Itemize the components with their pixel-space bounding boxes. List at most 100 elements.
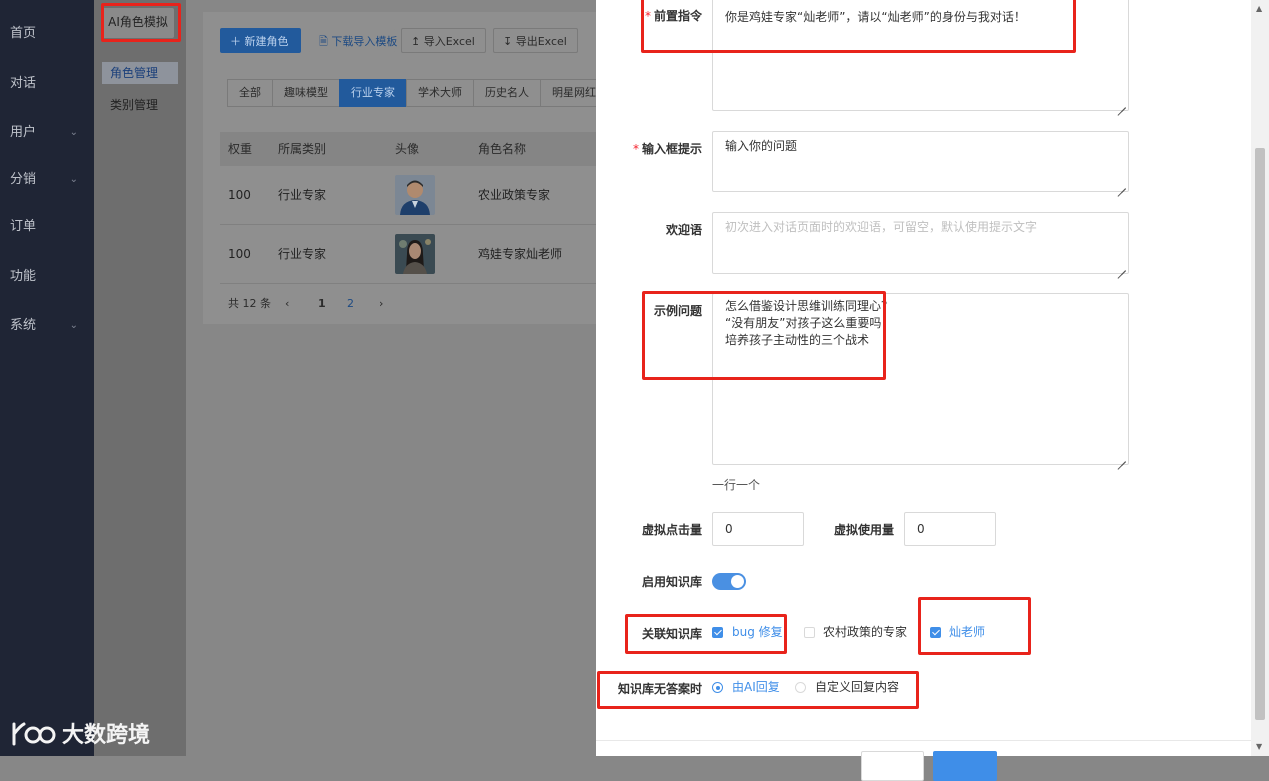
input-hint-textarea[interactable]: 输入你的问题 [712, 131, 1129, 192]
avatar-expert-icon [395, 175, 435, 215]
resize-handle-icon[interactable] [1117, 453, 1126, 462]
drawer-scrollbar[interactable]: ▲ ▼ [1251, 0, 1269, 756]
download-template-button[interactable]: 🗎 下载导入模板 [309, 28, 397, 53]
nav-item-label: 订单 [10, 219, 37, 234]
example-questions-label: 示例问题 [653, 304, 702, 318]
nav-item-features[interactable]: 功能 [0, 262, 94, 292]
example-question-line: 怎么借鉴设计思维训练同理心？ [725, 299, 894, 313]
enable-kb-label: 启用知识库 [641, 575, 702, 589]
no-answer-option-label[interactable]: 由AI回复 [732, 680, 780, 694]
weight-cell: 100 [228, 247, 251, 261]
side-navigation: 首页 对话 用户 ⌄ 分销 ⌄ 订单 功能 系统 ⌄ [0, 0, 94, 756]
chevron-left-icon[interactable]: ‹ [285, 294, 289, 314]
category-tabs: 全部 趣味模型 行业专家 学术大师 历史名人 明星网红 [227, 79, 608, 107]
watermark: 大数跨境 [10, 716, 150, 750]
export-excel-button[interactable]: ↧ 导出Excel [493, 28, 578, 53]
tab-historical-figures[interactable]: 历史名人 [473, 79, 541, 107]
upload-icon: ↥ [411, 35, 424, 48]
page-1-button[interactable]: 1 [318, 294, 326, 314]
resize-handle-icon[interactable] [1117, 262, 1126, 271]
submenu-item-role-management[interactable]: 角色管理 [102, 62, 178, 84]
example-questions-textarea[interactable]: 怎么借鉴设计思维训练同理心？ “没有朋友”对孩子这么重要吗 培养孩子主动性的三个… [712, 293, 1129, 465]
pre-instruction-textarea[interactable]: 你是鸡娃专家“灿老师”，请以“灿老师”的身份与我对话！ [712, 0, 1129, 111]
column-header-avatar: 头像 [395, 142, 420, 156]
virtual-clicks-input[interactable]: 0 [712, 512, 804, 546]
nav-item-users[interactable]: 用户 ⌄ [0, 118, 94, 148]
no-answer-custom-radio[interactable] [795, 682, 806, 693]
nav-item-system[interactable]: 系统 ⌄ [0, 311, 94, 341]
category-cell: 行业专家 [278, 247, 327, 261]
document-icon: 🗎 [319, 35, 332, 48]
download-icon: ↧ [503, 35, 516, 48]
submenu-item-category-management[interactable]: 类别管理 [102, 94, 178, 116]
tab-fun-models[interactable]: 趣味模型 [272, 79, 340, 107]
nav-item-home[interactable]: 首页 [0, 19, 94, 49]
welcome-label: 欢迎语 [665, 223, 702, 237]
nav-item-label: 首页 [10, 26, 37, 41]
kb-option-label[interactable]: bug 修复 [732, 625, 783, 639]
pagination-total: 共 12 条 [228, 297, 271, 310]
example-question-line: 培养孩子主动性的三个战术 [725, 333, 870, 347]
kb-bug-fix-checkbox[interactable] [712, 627, 723, 638]
nav-item-label: 系统 [10, 318, 37, 333]
new-role-button[interactable]: ＋ 新建角色 [220, 28, 301, 53]
virtual-clicks-label: 虚拟点击量 [641, 523, 702, 537]
example-questions-help: 一行一个 [712, 478, 761, 492]
linked-kb-label: 关联知识库 [641, 627, 702, 641]
input-hint-value: 输入你的问题 [725, 139, 798, 153]
nav-item-label: 分销 [10, 172, 37, 187]
example-question-line: “没有朋友”对孩子这么重要吗 [725, 316, 882, 330]
no-answer-ai-radio[interactable] [712, 682, 723, 693]
category-cell: 行业专家 [278, 188, 327, 202]
nav-item-label: 功能 [10, 269, 37, 284]
watermark-text: 大数跨境 [62, 723, 151, 748]
submenu-title: AI角色模拟 [102, 8, 174, 38]
tab-all[interactable]: 全部 [227, 79, 273, 107]
tab-academic-masters[interactable]: 学术大师 [406, 79, 474, 107]
sub-menu: AI角色模拟 角色管理 类别管理 [94, 0, 186, 756]
pre-instruction-label: * 前置指令 [644, 9, 702, 23]
nav-item-chat[interactable]: 对话 [0, 69, 94, 99]
kb-rural-policy-checkbox[interactable] [804, 627, 815, 638]
role-name-cell: 鸡娃专家灿老师 [478, 247, 563, 261]
enable-kb-switch[interactable] [712, 573, 746, 590]
chevron-down-icon: ⌄ [69, 320, 78, 331]
table-row[interactable]: 100 行业专家 农业政策专家 [220, 166, 596, 225]
scroll-thumb[interactable] [1255, 148, 1265, 720]
import-excel-button[interactable]: ↥ 导入Excel [401, 28, 486, 53]
resize-handle-icon[interactable] [1117, 99, 1126, 108]
nav-item-orders[interactable]: 订单 [0, 212, 94, 242]
table-header: 权重 所属类别 头像 角色名称 [220, 132, 596, 166]
nav-item-label: 对话 [10, 76, 37, 91]
column-header-category: 所属类别 [278, 142, 327, 156]
drawer-footer-divider [596, 740, 1251, 741]
role-name-cell: 农业政策专家 [478, 188, 551, 202]
chevron-down-icon: ⌄ [69, 174, 78, 185]
virtual-usage-label: 虚拟使用量 [833, 523, 894, 537]
kb-option-label[interactable]: 农村政策的专家 [823, 625, 907, 639]
avatar [395, 175, 435, 215]
column-header-weight: 权重 [228, 142, 253, 156]
kb-option-label[interactable]: 灿老师 [949, 625, 985, 639]
scroll-up-icon[interactable]: ▲ [1256, 4, 1262, 13]
nav-item-label: 用户 [10, 125, 37, 140]
resize-handle-icon[interactable] [1117, 180, 1126, 189]
chevron-right-icon[interactable]: › [379, 294, 383, 314]
no-answer-label: 知识库无答案时 [617, 682, 702, 696]
nav-item-distribution[interactable]: 分销 ⌄ [0, 165, 94, 195]
avatar [395, 234, 435, 274]
chevron-down-icon: ⌄ [69, 127, 78, 138]
watermark-logo-icon [12, 722, 56, 746]
kb-teacher-can-checkbox[interactable] [930, 627, 941, 638]
table-row[interactable]: 100 行业专家 鸡娃专家灿老师 [220, 225, 596, 284]
tab-industry-experts[interactable]: 行业专家 [339, 79, 407, 107]
no-answer-option-label[interactable]: 自定义回复内容 [815, 680, 899, 694]
weight-cell: 100 [228, 188, 251, 202]
avatar-teacher-icon [395, 234, 435, 274]
virtual-usage-input[interactable]: 0 [904, 512, 996, 546]
pre-instruction-value: 你是鸡娃专家“灿老师”，请以“灿老师”的身份与我对话！ [725, 10, 1026, 24]
scroll-down-icon[interactable]: ▼ [1256, 742, 1262, 751]
plus-icon: ＋ [230, 35, 245, 48]
page-2-button[interactable]: 2 [347, 294, 354, 314]
welcome-textarea[interactable]: 初次进入对话页面时的欢迎语，可留空，默认使用提示文字 [712, 212, 1129, 274]
